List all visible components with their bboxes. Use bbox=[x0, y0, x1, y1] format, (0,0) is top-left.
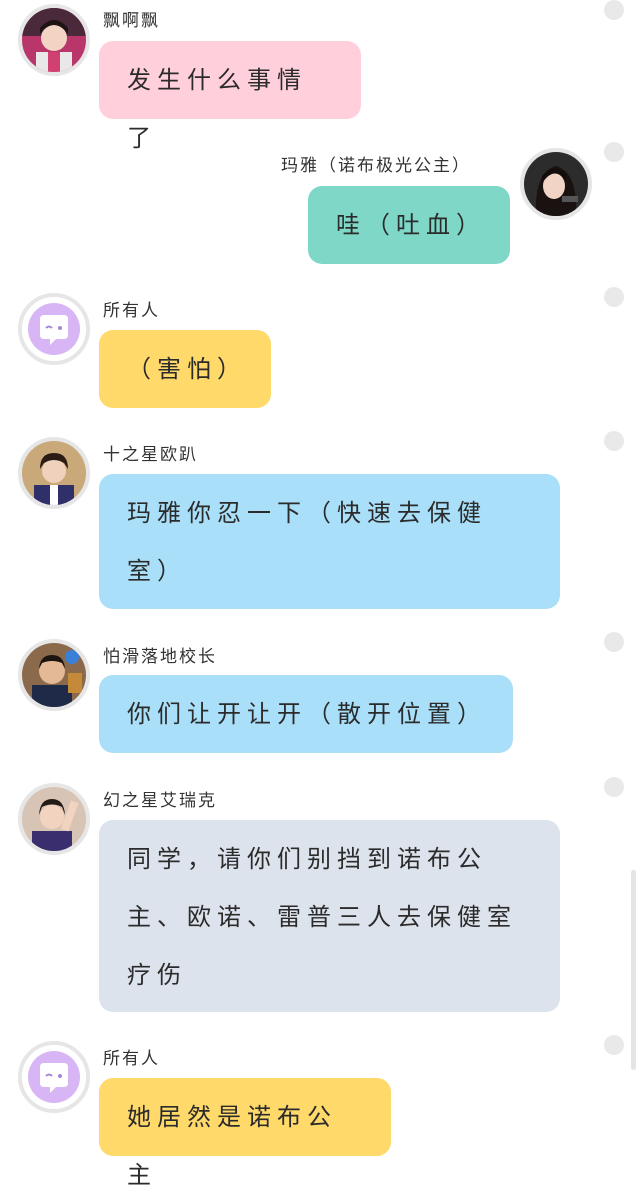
message-bubble[interactable]: 发生什么事情了 bbox=[99, 41, 361, 152]
avatar[interactable] bbox=[18, 783, 90, 855]
sender-name: 所有人 bbox=[103, 301, 160, 321]
message-bubble[interactable]: 她居然是诺布公主 bbox=[99, 1078, 391, 1189]
sender-name: 幻之星艾瑞克 bbox=[103, 791, 217, 811]
message-bubble[interactable]: （害怕） bbox=[99, 330, 271, 408]
message-select-circle[interactable] bbox=[604, 431, 624, 451]
sender-name: 十之星欧趴 bbox=[103, 445, 198, 465]
message-bubble[interactable]: 你们让开让开（散开位置） bbox=[99, 675, 513, 753]
avatar[interactable] bbox=[18, 437, 90, 509]
avatar[interactable] bbox=[18, 293, 90, 365]
sender-name: 所有人 bbox=[103, 1049, 160, 1069]
avatar[interactable] bbox=[18, 4, 90, 76]
message-select-circle[interactable] bbox=[604, 632, 624, 652]
message-select-circle[interactable] bbox=[604, 287, 624, 307]
man-avatar-icon bbox=[22, 643, 86, 707]
message-bubble[interactable]: 同学，请你们别挡到诺布公主、欧诺、雷普三人去保健室疗伤 bbox=[99, 820, 560, 1012]
message-select-circle[interactable] bbox=[604, 0, 624, 20]
chat-bubble-avatar-icon bbox=[22, 1045, 86, 1109]
girl-avatar-icon bbox=[22, 8, 86, 72]
message-select-circle[interactable] bbox=[604, 777, 624, 797]
message-bubble[interactable]: 哇（吐血） bbox=[308, 186, 510, 264]
boy-avatar-icon bbox=[22, 787, 86, 851]
sender-name: 玛雅（诺布极光公主） bbox=[281, 156, 471, 176]
avatar[interactable] bbox=[18, 1041, 90, 1113]
avatar[interactable] bbox=[520, 148, 592, 220]
message-select-circle[interactable] bbox=[604, 1035, 624, 1055]
scrollbar-thumb[interactable] bbox=[631, 870, 636, 1070]
message-select-circle[interactable] bbox=[604, 142, 624, 162]
woman-avatar-icon bbox=[524, 152, 588, 216]
sender-name: 飘啊飘 bbox=[103, 11, 160, 31]
avatar[interactable] bbox=[18, 639, 90, 711]
sender-name: 怕滑落地校长 bbox=[103, 647, 217, 667]
chat-bubble-avatar-icon bbox=[22, 297, 86, 361]
boy-avatar-icon bbox=[22, 441, 86, 505]
message-bubble[interactable]: 玛雅你忍一下（快速去保健室） bbox=[99, 474, 560, 609]
